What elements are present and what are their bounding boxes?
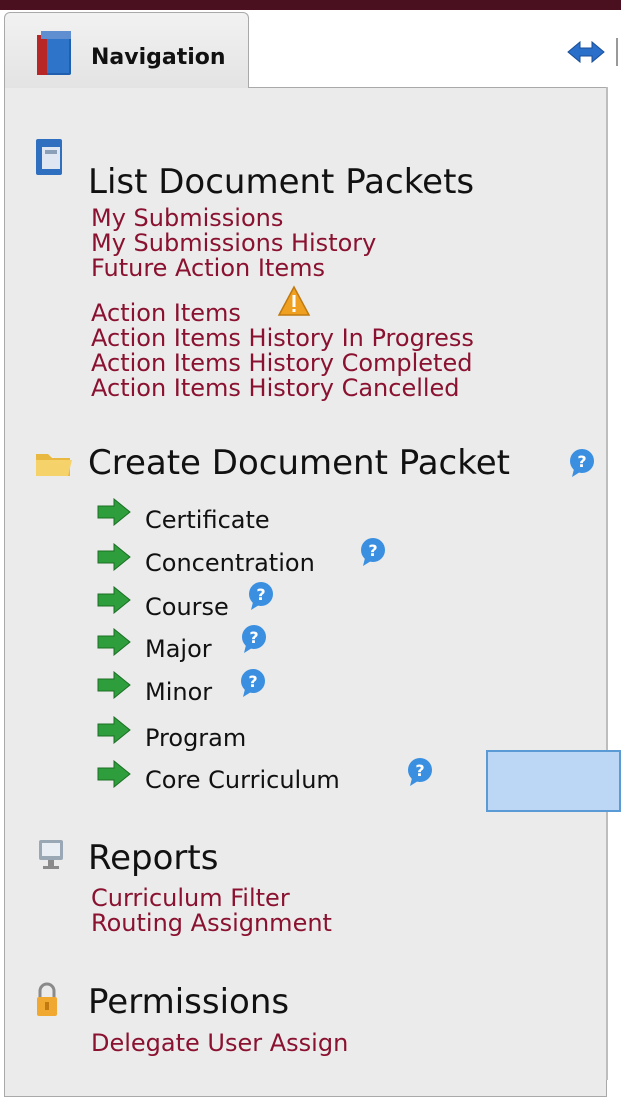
link-action-items-completed[interactable]: Action Items History Completed (91, 350, 472, 376)
link-delegate-user-assign[interactable]: Delegate User Assign (91, 1030, 348, 1056)
link-action-items-cancelled[interactable]: Action Items History Cancelled (91, 375, 460, 401)
monitor-icon (39, 840, 63, 869)
book-icon (37, 31, 71, 75)
link-curriculum-filter[interactable]: Curriculum Filter (91, 885, 290, 911)
warning-icon (277, 285, 311, 316)
list-packets-heading: List Document Packets (88, 162, 475, 202)
create-core-curriculum[interactable]: Core Curriculum (145, 766, 340, 794)
svg-text:?: ? (415, 761, 424, 780)
create-major[interactable]: Major (145, 635, 212, 663)
navigation-tab-label: Navigation (91, 45, 226, 70)
reports-heading: Reports (88, 838, 219, 878)
arrow-right-icon (97, 498, 131, 526)
svg-text:?: ? (248, 672, 257, 691)
folder-icon (36, 454, 72, 476)
link-action-items-in-progress[interactable]: Action Items History In Progress (91, 325, 474, 351)
lock-icon (37, 982, 57, 1016)
arrow-right-icon (97, 586, 131, 614)
svg-text:?: ? (249, 628, 258, 647)
create-concentration[interactable]: Concentration (145, 549, 315, 577)
create-course[interactable]: Course (145, 593, 229, 621)
content-edge (616, 38, 621, 66)
create-program[interactable]: Program (145, 724, 246, 752)
link-action-items[interactable]: Action Items (91, 300, 241, 326)
help-icon[interactable]: ? (238, 623, 270, 655)
navigation-tab[interactable]: Navigation (4, 12, 249, 88)
help-icon[interactable]: ? (245, 580, 277, 612)
arrow-right-icon (97, 671, 131, 699)
arrow-right-icon (97, 628, 131, 656)
panel-divider (606, 87, 608, 1080)
document-packet-icon (36, 139, 62, 175)
help-icon[interactable]: ? (357, 536, 389, 568)
help-icon[interactable]: ? (404, 756, 436, 788)
link-future-action-items[interactable]: Future Action Items (91, 255, 325, 281)
create-minor[interactable]: Minor (145, 678, 212, 706)
swap-arrows-icon[interactable] (566, 38, 606, 66)
link-routing-assignment[interactable]: Routing Assignment (91, 910, 332, 936)
arrow-right-icon (97, 543, 131, 571)
svg-text:?: ? (577, 452, 586, 471)
arrow-right-icon (97, 760, 131, 788)
top-bar (0, 0, 621, 10)
highlight-box (486, 750, 621, 812)
svg-text:?: ? (368, 541, 377, 560)
permissions-heading: Permissions (88, 982, 290, 1022)
create-certificate[interactable]: Certificate (145, 506, 270, 534)
help-icon[interactable]: ? (566, 447, 598, 479)
help-icon[interactable]: ? (237, 667, 269, 699)
create-packet-heading: Create Document Packet (88, 443, 510, 483)
link-my-submissions-history[interactable]: My Submissions History (91, 230, 376, 256)
arrow-right-icon (97, 716, 131, 744)
link-my-submissions[interactable]: My Submissions (91, 205, 283, 231)
svg-text:?: ? (256, 585, 265, 604)
